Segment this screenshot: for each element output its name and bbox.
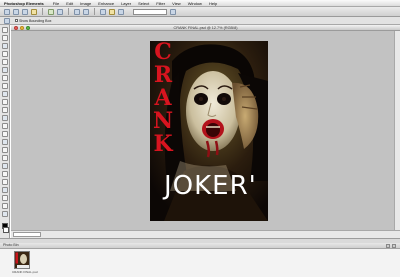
menu-layer[interactable]: Layer bbox=[121, 1, 131, 6]
document-title: CRANK FINAL.psd @ 12.7% (RGB/8) bbox=[173, 25, 238, 30]
smart-brush-tool-icon[interactable] bbox=[1, 171, 8, 177]
print-icon[interactable] bbox=[31, 8, 37, 15]
menu-bar: Photoshop Elements File Edit Image Enhan… bbox=[0, 0, 400, 7]
show-bounding-box-option[interactable]: Show Bounding Box bbox=[15, 19, 51, 23]
poster-letter: A bbox=[154, 85, 172, 111]
poster-letter: R bbox=[153, 62, 173, 88]
quick-fix-icon[interactable] bbox=[118, 8, 124, 15]
undo-icon[interactable] bbox=[74, 8, 80, 15]
menu-filter[interactable]: Filter bbox=[156, 1, 165, 6]
poster-letter: K bbox=[153, 131, 173, 157]
bin-collapse-icon[interactable] bbox=[392, 244, 396, 248]
toolbar-divider bbox=[94, 8, 95, 15]
shortcuts-toolbar bbox=[0, 7, 400, 17]
poster-letter: C bbox=[154, 41, 172, 65]
toolbar-divider bbox=[42, 8, 43, 15]
share-icon[interactable] bbox=[48, 8, 54, 15]
app-name[interactable]: Photoshop Elements bbox=[4, 1, 44, 6]
menu-image[interactable]: Image bbox=[80, 1, 91, 6]
zoom-tool-icon[interactable] bbox=[1, 35, 8, 41]
marquee-tool-icon[interactable] bbox=[1, 59, 8, 65]
pencil-tool-icon[interactable] bbox=[1, 155, 8, 161]
toolbox bbox=[0, 25, 10, 238]
straighten-tool-icon[interactable] bbox=[1, 115, 8, 121]
eraser-tool-icon[interactable] bbox=[1, 147, 8, 153]
photo-bin-thumbnail[interactable] bbox=[14, 251, 30, 269]
clone-stamp-tool-icon[interactable] bbox=[1, 139, 8, 145]
tool-options-bar: Show Bounding Box bbox=[0, 17, 400, 25]
photo-bin-header: Photo Bin bbox=[0, 243, 400, 249]
toolbar-divider bbox=[68, 8, 69, 15]
show-bounding-box-label: Show Bounding Box bbox=[19, 18, 52, 23]
photo-bin: Photo Bin CRANK FINAL.psd bbox=[0, 243, 400, 277]
poster-image[interactable]: C R A N K JOKER' bbox=[150, 41, 268, 221]
sponge-tool-icon[interactable] bbox=[1, 211, 8, 217]
healing-brush-tool-icon[interactable] bbox=[1, 131, 8, 137]
blur-tool-icon[interactable] bbox=[1, 203, 8, 209]
poster-main-title: JOKER' bbox=[164, 171, 257, 201]
paint-bucket-tool-icon[interactable] bbox=[1, 179, 8, 185]
photo-browser-icon[interactable] bbox=[100, 8, 106, 15]
background-color-swatch[interactable] bbox=[3, 227, 9, 233]
magic-wand-tool-icon[interactable] bbox=[1, 75, 8, 81]
cookie-cutter-tool-icon[interactable] bbox=[1, 107, 8, 113]
shape-tool-icon[interactable] bbox=[1, 195, 8, 201]
show-bounding-box-checkbox[interactable] bbox=[15, 19, 18, 22]
move-tool-icon[interactable] bbox=[1, 27, 8, 33]
menu-file[interactable]: File bbox=[53, 1, 59, 6]
menu-edit[interactable]: Edit bbox=[66, 1, 73, 6]
search-input[interactable] bbox=[133, 8, 167, 15]
menu-help[interactable]: Help bbox=[209, 1, 217, 6]
gradient-tool-icon[interactable] bbox=[1, 187, 8, 193]
menu-enhance[interactable]: Enhance bbox=[98, 1, 114, 6]
save-icon[interactable] bbox=[22, 8, 28, 15]
menu-view[interactable]: View bbox=[172, 1, 181, 6]
photo-bin-controls bbox=[386, 244, 396, 248]
hand-tool-icon[interactable] bbox=[1, 43, 8, 49]
menu-select[interactable]: Select bbox=[138, 1, 149, 6]
date-view-icon[interactable] bbox=[109, 8, 115, 15]
selection-brush-tool-icon[interactable] bbox=[1, 83, 8, 89]
new-icon[interactable] bbox=[4, 8, 10, 15]
horizontal-scrollbar[interactable] bbox=[11, 230, 400, 238]
search-icon[interactable] bbox=[170, 8, 176, 15]
create-icon[interactable] bbox=[57, 8, 63, 15]
thumbnail-label: CRANK FINAL.psd bbox=[12, 270, 38, 274]
menu-window[interactable]: Window bbox=[188, 1, 202, 6]
poster-tagline bbox=[162, 159, 266, 167]
thumbnail-image bbox=[15, 252, 29, 268]
open-icon[interactable] bbox=[13, 8, 19, 15]
type-tool-icon[interactable] bbox=[1, 91, 8, 97]
move-tool-icon[interactable] bbox=[4, 17, 10, 24]
bin-options-icon[interactable] bbox=[386, 244, 390, 248]
redo-icon[interactable] bbox=[83, 8, 89, 15]
poster-vertical-title: C R A N K bbox=[152, 41, 174, 159]
red-eye-tool-icon[interactable] bbox=[1, 123, 8, 129]
eyedropper-tool-icon[interactable] bbox=[1, 51, 8, 57]
zoom-level-field[interactable] bbox=[13, 232, 41, 237]
brush-tool-icon[interactable] bbox=[1, 163, 8, 169]
poster-letter: N bbox=[152, 108, 174, 134]
vertical-scrollbar[interactable] bbox=[394, 31, 400, 230]
crop-tool-icon[interactable] bbox=[1, 99, 8, 105]
lasso-tool-icon[interactable] bbox=[1, 67, 8, 73]
